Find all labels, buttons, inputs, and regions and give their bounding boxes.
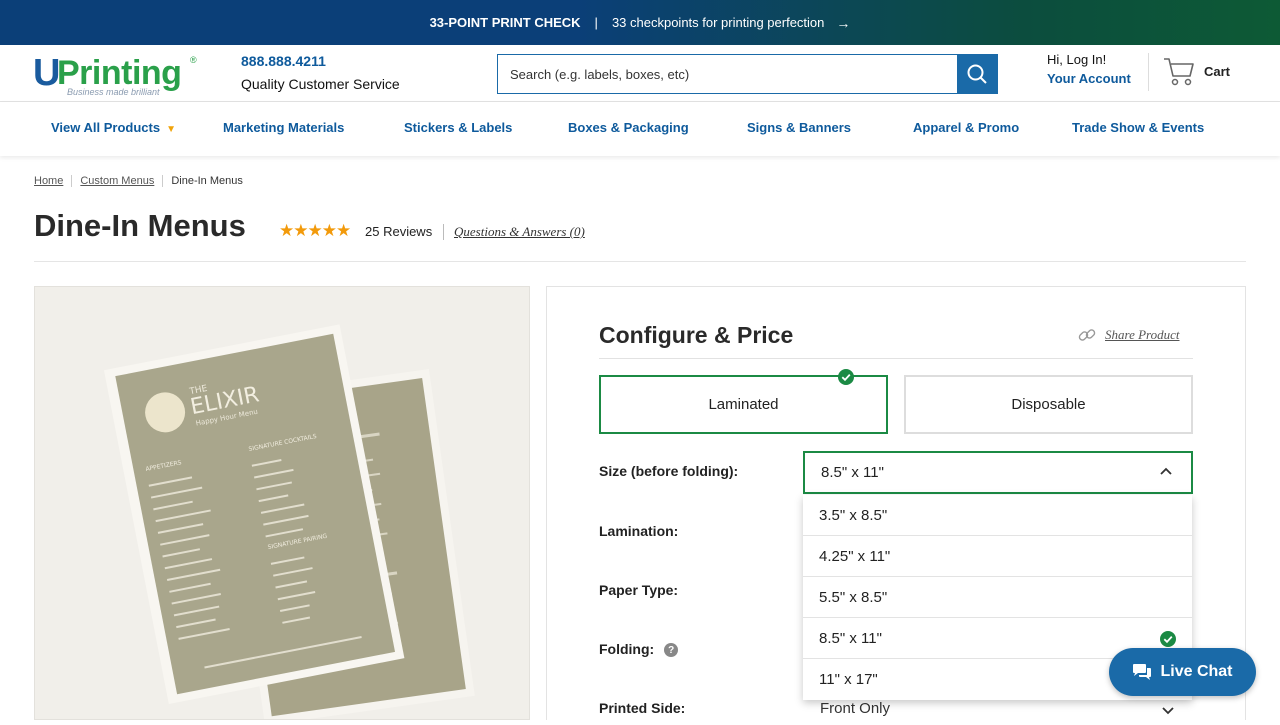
search-icon: [967, 64, 987, 84]
breadcrumb-separator: [162, 175, 164, 187]
logo-tagline: Business made brilliant: [67, 87, 160, 97]
breadcrumb-home[interactable]: Home: [34, 175, 63, 187]
menu-mockup-illustration: THE ELIXIR Happy Hour Menu APPETIZERS SI…: [103, 324, 475, 719]
banner-separator: |: [594, 15, 598, 30]
link-icon: [1078, 329, 1096, 341]
nav-stickers-labels[interactable]: Stickers & Labels: [404, 120, 512, 135]
nav-signs-banners[interactable]: Signs & Banners: [747, 120, 851, 135]
header-divider: [1148, 53, 1149, 91]
chevron-down-icon: [1162, 707, 1174, 715]
lamination-label: Lamination:: [599, 523, 679, 539]
customer-service-label: Quality Customer Service: [241, 76, 400, 92]
paper-type-label: Paper Type:: [599, 582, 679, 598]
rating-stars[interactable]: ★★★★★: [279, 221, 351, 241]
help-icon[interactable]: ?: [664, 643, 679, 658]
page-title: Dine-In Menus: [34, 208, 246, 243]
product-image[interactable]: THE ELIXIR Happy Hour Menu APPETIZERS SI…: [34, 286, 530, 720]
option-label: Disposable: [1011, 396, 1086, 413]
chevron-up-icon: [1160, 467, 1172, 475]
share-product-link[interactable]: Share Product: [1077, 325, 1180, 345]
configure-title: Configure & Price: [599, 322, 794, 348]
reviews-link[interactable]: 25 Reviews: [365, 224, 432, 239]
option-disposable[interactable]: Disposable: [904, 375, 1193, 434]
questions-answers-link[interactable]: Questions & Answers (0): [454, 224, 585, 240]
banner-subtext: 33 checkpoints for printing perfection: [611, 15, 825, 30]
search-bar: [497, 54, 998, 94]
nav-apparel-promo[interactable]: Apparel & Promo: [913, 120, 1019, 135]
printed-side-label: Printed Side:: [599, 700, 686, 716]
phone-link[interactable]: 888.888.4211: [241, 53, 326, 69]
nav-view-all-products[interactable]: View All Products ▼: [51, 120, 176, 135]
search-button[interactable]: [957, 55, 997, 93]
search-input[interactable]: [498, 55, 957, 93]
nav-marketing-materials[interactable]: Marketing Materials: [223, 120, 344, 135]
printed-side-value: Front Only: [820, 700, 891, 717]
arrow-right-icon: →: [836, 14, 851, 31]
nav-label: View All Products: [51, 120, 161, 135]
nav-trade-show-events[interactable]: Trade Show & Events: [1072, 120, 1204, 135]
size-label: Size (before folding):: [599, 463, 739, 479]
cart-icon: [1164, 58, 1194, 86]
title-divider: [34, 261, 1246, 262]
size-selected-value: 8.5" x 11": [821, 464, 884, 481]
size-option[interactable]: 5.5" x 8.5": [803, 577, 1192, 618]
main-nav: View All Products ▼ Marketing Materials S…: [0, 102, 1280, 156]
size-option-label: 5.5" x 8.5": [819, 588, 888, 606]
uprinting-logo[interactable]: U Printing ® Business made brilliant: [33, 53, 203, 97]
share-product-label: Share Product: [1105, 327, 1180, 342]
size-option-label: 8.5" x 11": [819, 629, 882, 647]
logo-registered: ®: [190, 55, 197, 65]
cart-button[interactable]: Cart: [1162, 55, 1230, 87]
check-circle-icon: [1160, 631, 1176, 647]
breadcrumb-current: Dine-In Menus: [171, 175, 243, 187]
breadcrumb-custom-menus[interactable]: Custom Menus: [80, 175, 154, 187]
account-menu[interactable]: Hi, Log In! Your Account: [1047, 52, 1131, 86]
size-option-label: 4.25" x 11": [819, 547, 891, 565]
chevron-down-icon: ▼: [166, 124, 176, 135]
size-option[interactable]: 3.5" x 8.5": [803, 495, 1192, 536]
banner-headline: 33-POINT PRINT CHECK: [429, 15, 581, 30]
size-option[interactable]: 4.25" x 11": [803, 536, 1192, 577]
live-chat-button[interactable]: Live Chat: [1109, 648, 1256, 696]
cart-label: Cart: [1204, 63, 1231, 79]
chat-bubble-icon: [1133, 664, 1152, 680]
size-select[interactable]: 8.5" x 11": [803, 451, 1193, 494]
nav-boxes-packaging[interactable]: Boxes & Packaging: [568, 120, 689, 135]
reviews-separator: [443, 224, 444, 240]
site-header: U Printing ® Business made brilliant 888…: [0, 45, 1280, 102]
option-laminated[interactable]: Laminated: [599, 369, 888, 434]
breadcrumb: Home Custom Menus Dine-In Menus: [34, 175, 243, 187]
option-label: Laminated: [708, 396, 779, 413]
size-option-label: 11" x 17": [819, 671, 878, 688]
breadcrumb-separator: [71, 175, 73, 187]
check-circle-icon: [838, 369, 854, 385]
folding-label: Folding:: [599, 641, 655, 657]
live-chat-label: Live Chat: [1160, 663, 1233, 680]
folding-label-row: Folding:?: [599, 641, 679, 658]
login-greeting: Hi, Log In!: [1047, 52, 1107, 67]
your-account-link[interactable]: Your Account: [1047, 71, 1131, 86]
size-option-label: 3.5" x 8.5": [819, 506, 888, 524]
configure-divider: [599, 358, 1193, 359]
promo-banner[interactable]: 33-POINT PRINT CHECK | 33 checkpoints fo…: [0, 0, 1280, 45]
